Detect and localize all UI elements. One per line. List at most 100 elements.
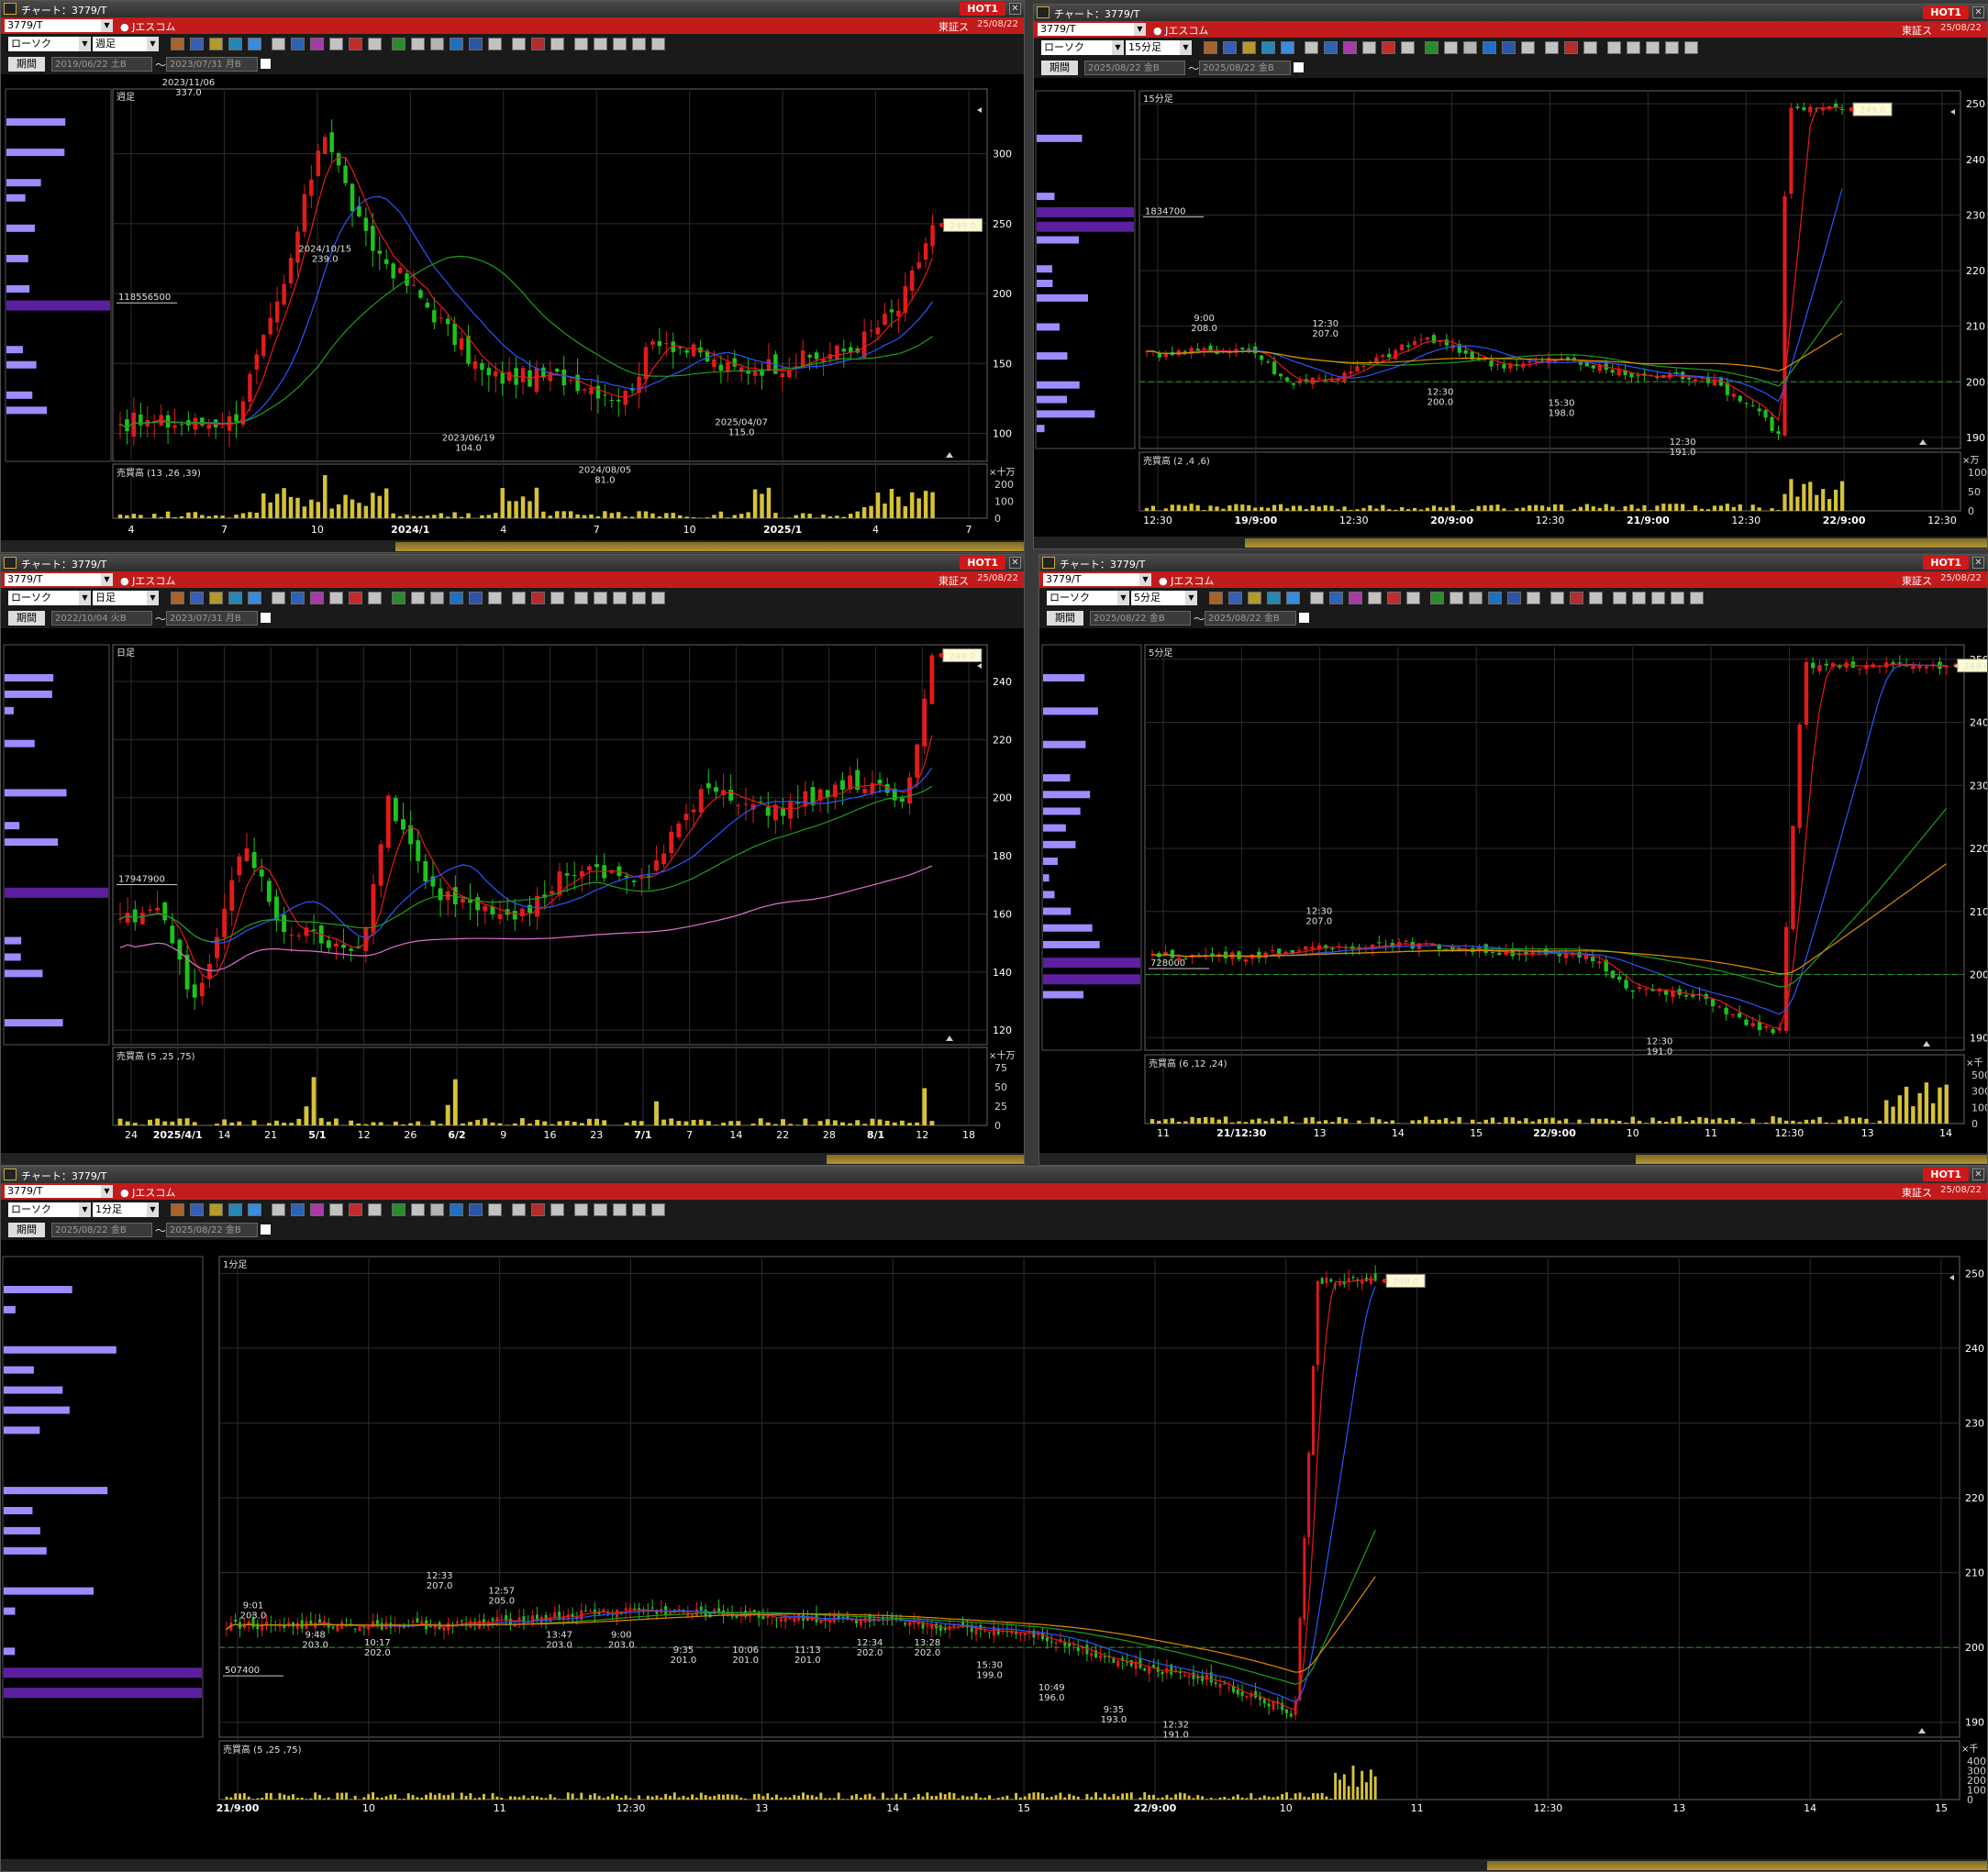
volume-bar xyxy=(329,508,334,518)
annotation-price-label: 207.0 xyxy=(1306,916,1333,926)
candle-body xyxy=(1316,377,1321,379)
volume-bar xyxy=(695,1797,698,1800)
volume-bar xyxy=(304,1106,309,1125)
candle-body xyxy=(1253,346,1258,354)
candle-body xyxy=(650,340,655,345)
candle-body xyxy=(1369,1277,1372,1284)
volume-bar xyxy=(353,1795,357,1800)
volume-bar xyxy=(1148,1795,1151,1800)
volume-bar xyxy=(1204,1116,1208,1124)
scrollbar-thumb[interactable] xyxy=(1245,538,1987,548)
volume-bar xyxy=(265,1792,268,1800)
chart-plot-5min[interactable]: 2502402302202102001901121/12:3013141522/… xyxy=(1039,555,1988,1166)
candle-body xyxy=(869,330,873,332)
horizontal-scrollbar[interactable] xyxy=(1,1859,1987,1871)
volume-bar xyxy=(445,516,450,518)
volume-bar xyxy=(841,1799,845,1800)
y-tick-label: 200 xyxy=(1966,376,1985,388)
annotation-price-label: 202.0 xyxy=(857,1648,883,1658)
volume-bar xyxy=(1521,507,1526,511)
candle-body xyxy=(1663,991,1669,995)
candle-body xyxy=(1254,1690,1258,1698)
scrollbar-thumb[interactable] xyxy=(395,542,1024,551)
candle-body xyxy=(841,349,847,352)
chart-plot-weekly[interactable]: 300 250 200 150 100 4 7 10 2024/1 4 7 10 2025/1 4 7 週足売… xyxy=(1,1,1025,553)
volume-bar xyxy=(795,1124,801,1125)
y-tick-label: 210 xyxy=(1966,321,1985,333)
candle-body xyxy=(333,943,339,947)
volume-bar xyxy=(561,511,566,518)
volume-bar xyxy=(1383,1121,1388,1124)
volume-bar xyxy=(1804,1119,1809,1124)
volume-bar xyxy=(1871,1123,1875,1124)
x-tick-label: 8/1 xyxy=(867,1129,884,1141)
volume-bar xyxy=(1930,1102,1936,1124)
volume-profile-bar xyxy=(1037,193,1055,201)
candle-body xyxy=(336,153,341,166)
volume-bar xyxy=(362,1797,366,1800)
volume-bar xyxy=(1508,510,1513,511)
volume-bar xyxy=(638,1795,641,1800)
volume-bar xyxy=(534,487,539,518)
volume-bar xyxy=(1208,505,1213,511)
y-tick-label: 120 xyxy=(993,1025,1012,1036)
volume-bar xyxy=(872,1796,876,1800)
y-tick-label: 300 xyxy=(993,149,1012,161)
candle-body xyxy=(1400,344,1405,350)
scrollbar-thumb[interactable] xyxy=(1487,1861,1987,1870)
scrollbar-thumb[interactable] xyxy=(1636,1155,1987,1164)
candle-body xyxy=(1924,666,1929,669)
chart-plot-daily[interactable]: 24022020018016014012024 2025/4/1 14 21 5/1 12… xyxy=(1,555,1025,1166)
candle-body xyxy=(1502,363,1506,369)
volume-bar xyxy=(1657,1121,1662,1124)
volume-bar xyxy=(623,516,627,518)
volume-bar xyxy=(686,1797,690,1800)
volume-bar xyxy=(292,1794,294,1800)
candle-body xyxy=(616,399,621,402)
candle-body xyxy=(1170,949,1175,958)
volume-bar xyxy=(1731,506,1736,511)
volume-bar xyxy=(1234,504,1238,511)
scrollbar-thumb[interactable] xyxy=(827,1155,1024,1164)
volume-bar xyxy=(1644,1123,1649,1124)
chart-plot-15min[interactable]: 25024023022021020019012:30 19/9:00 12:30 20… xyxy=(1034,5,1988,549)
candle-body xyxy=(983,1630,987,1632)
volume-bar xyxy=(1683,1121,1689,1124)
y-tick-label: 250 xyxy=(1965,1268,1984,1279)
volume-bar xyxy=(912,1797,916,1800)
volume-bar xyxy=(726,1794,729,1800)
volume-bar xyxy=(593,1793,596,1800)
volume-bar xyxy=(631,1120,637,1125)
volume-bar xyxy=(1201,1796,1205,1800)
volume-bar xyxy=(595,515,601,518)
horizontal-scrollbar[interactable] xyxy=(1,1153,1024,1165)
volume-bar xyxy=(1342,506,1347,511)
volume-bar xyxy=(1924,1082,1929,1124)
candle-body xyxy=(1262,1699,1266,1704)
x-tick-label: 7 xyxy=(221,524,228,536)
volume-bar xyxy=(1390,1120,1395,1124)
candle-body xyxy=(781,807,785,816)
candle-body xyxy=(555,368,560,372)
candle-body xyxy=(1797,724,1802,828)
candle-body xyxy=(930,225,935,247)
horizontal-scrollbar[interactable] xyxy=(1,540,1024,552)
candle-body xyxy=(849,347,853,352)
volume-bar xyxy=(817,1121,823,1125)
candle-body xyxy=(1394,349,1398,360)
horizontal-scrollbar[interactable] xyxy=(1039,1153,1987,1165)
volume-bar xyxy=(363,1124,369,1125)
volume-bar xyxy=(162,1121,168,1125)
volume-bar xyxy=(892,1122,897,1125)
chart-plot-1min[interactable]: 250 240 230 220 210 200 190 21/9:00 10 11 12:30 13 1… xyxy=(1,1167,1988,1872)
candle-body xyxy=(393,798,398,822)
volume-bar xyxy=(486,515,492,518)
volume-bar xyxy=(464,1796,468,1800)
annotation-price-label: 207.0 xyxy=(427,1581,453,1591)
volume-bar xyxy=(234,515,239,518)
volume-bar xyxy=(757,1793,761,1800)
y-tick-label: 100 xyxy=(993,428,1012,440)
volume-profile-bar xyxy=(1037,395,1068,404)
y-tick-label: 190 xyxy=(1965,1717,1984,1729)
horizontal-scrollbar[interactable] xyxy=(1034,537,1987,548)
